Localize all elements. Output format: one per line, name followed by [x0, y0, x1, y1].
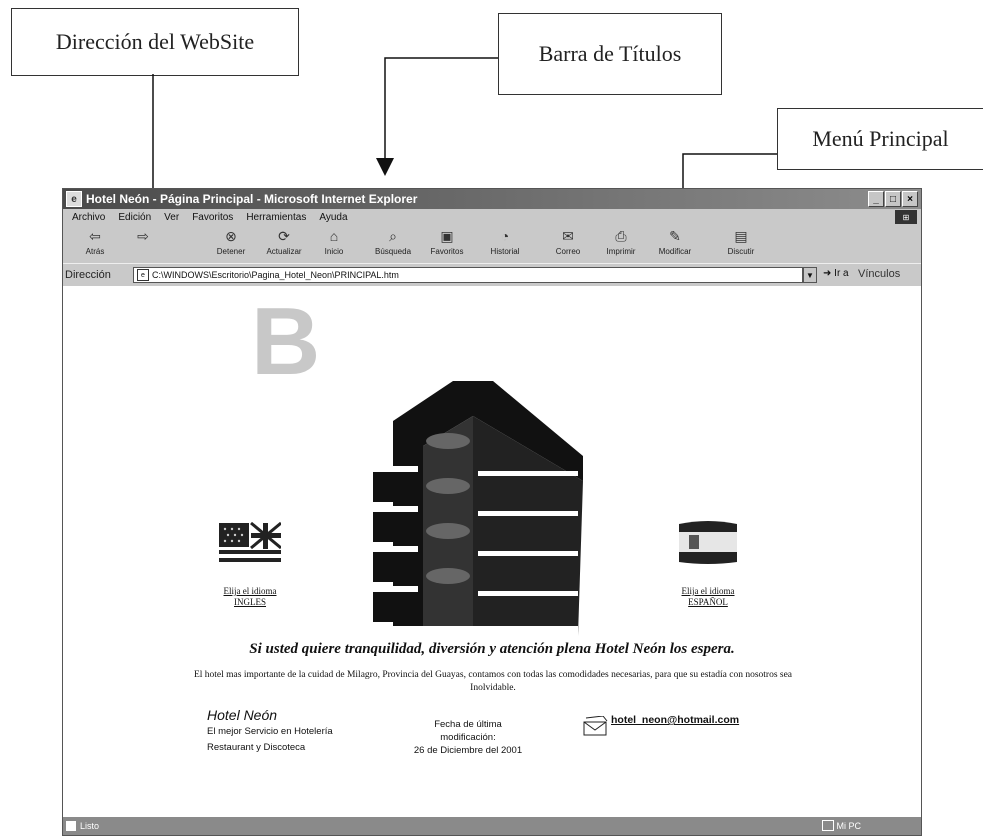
forward-button[interactable]: ⇨	[121, 227, 165, 245]
home-button[interactable]: ⌂ Inicio	[312, 227, 356, 256]
menu-help[interactable]: Ayuda	[319, 212, 347, 223]
intro-text: El hotel mas importante de la cuidad de …	[193, 670, 793, 693]
address-label: Dirección	[65, 269, 111, 281]
spain-flag-icon[interactable]	[677, 518, 739, 568]
computer-icon	[821, 820, 834, 831]
mail-button[interactable]: ✉ Correo	[546, 227, 590, 257]
toolbar: ⇦ Atrás ⇨ ⊗ Detener ⟳ Actualizar ⌂ Inici…	[63, 225, 921, 263]
spanish-language-link[interactable]: Elija el idioma ESPAÑOL	[663, 586, 753, 608]
english-caption-1: Elija el idioma	[223, 586, 277, 596]
hotel-building-image	[373, 381, 583, 636]
status-text: Listo	[80, 821, 100, 831]
menu-edit[interactable]: Edición	[118, 212, 151, 223]
back-button[interactable]: ⇦ Atrás	[73, 227, 117, 257]
mail-icon: ✉	[562, 227, 574, 244]
stop-button[interactable]: ⊗ Detener	[209, 227, 253, 257]
last-modified: Fecha de última modificación: 26 de Dici…	[383, 718, 553, 757]
menu-tools[interactable]: Herramientas	[246, 212, 306, 223]
links-button[interactable]: Vínculos	[858, 268, 900, 280]
minimize-icon[interactable]: _	[868, 191, 884, 207]
fecha-line-2: modificación:	[440, 732, 496, 743]
maximize-icon[interactable]: □	[885, 191, 901, 207]
english-language-link[interactable]: Elija el idioma INGLES	[205, 586, 295, 608]
favorites-button[interactable]: ▣ Favoritos	[425, 227, 469, 257]
hotel-tagline-2: Restaurant y Discoteca	[207, 742, 306, 753]
refresh-icon: ⟳	[278, 227, 290, 244]
go-button[interactable]: ➜ Ir a	[823, 268, 849, 279]
ie-icon: e	[66, 191, 82, 207]
edit-button[interactable]: ✎ Modificar	[653, 227, 697, 257]
envelope-icon[interactable]	[583, 716, 609, 736]
spanish-caption-2: ESPAÑOL	[688, 597, 728, 607]
email-link[interactable]: hotel_neon@hotmail.com	[611, 714, 739, 726]
window-title: Hotel Neón - Página Principal - Microsof…	[86, 192, 418, 206]
slogan: Si usted quiere tranquilidad, diversión …	[249, 641, 735, 657]
zone-label: Mi PC	[836, 820, 862, 831]
back-arrow-icon: ⇦	[89, 227, 101, 244]
stop-icon: ⊗	[225, 227, 237, 244]
discuss-icon: ▤	[734, 227, 748, 244]
hotel-name: Hotel Neón	[207, 707, 278, 723]
discuss-button[interactable]: ▤ Discutir	[719, 227, 763, 257]
history-icon: ◔	[500, 228, 510, 244]
print-button[interactable]: ⎙ Imprimir	[599, 227, 643, 257]
hotel-tagline-1: El mejor Servicio en Hotelería	[207, 726, 333, 737]
browser-window: e Hotel Neón - Página Principal - Micros…	[62, 188, 922, 836]
menu-file[interactable]: Archivo	[72, 212, 105, 223]
favorites-folder-icon: ▣	[440, 227, 454, 244]
fecha-line-1: Fecha de última	[434, 719, 502, 730]
edit-icon: ✎	[669, 227, 681, 244]
fecha-line-3: 26 de Diciembre del 2001	[413, 745, 523, 756]
uk-us-flag-icon[interactable]	[219, 518, 281, 568]
address-bar: Dirección e C:\WINDOWS\Escritorio\Pagina…	[63, 263, 921, 286]
menu-view[interactable]: Ver	[164, 212, 179, 223]
menu-favorites[interactable]: Favoritos	[192, 212, 233, 223]
close-icon[interactable]: ×	[902, 191, 918, 207]
spanish-caption-1: Elija el idioma	[681, 586, 735, 596]
security-zone: Mi PC	[821, 820, 862, 831]
refresh-button[interactable]: ⟳ Actualizar	[262, 227, 306, 257]
page-content: B Elija el idioma INGLES Elija el idioma…	[63, 286, 921, 816]
decorative-letter: B	[251, 288, 321, 395]
address-value: C:\WINDOWS\Escritorio\Pagina_Hotel_Neon\…	[152, 270, 399, 280]
printer-icon: ⎙	[615, 227, 627, 244]
history-button[interactable]: ◔ Historial	[483, 227, 527, 256]
english-caption-2: INGLES	[234, 597, 266, 607]
address-dropdown-icon[interactable]: ▼	[803, 267, 817, 283]
page-icon: e	[137, 269, 149, 281]
page-status-icon	[66, 821, 76, 831]
search-button[interactable]: ⌕ Búsqueda	[371, 227, 415, 257]
go-label: Ir a	[834, 268, 849, 279]
status-bar: Listo Mi PC	[63, 817, 921, 835]
forward-arrow-icon: ⇨	[137, 227, 149, 244]
search-icon: ⌕	[389, 227, 397, 244]
home-icon: ⌂	[329, 228, 339, 244]
address-input[interactable]: e C:\WINDOWS\Escritorio\Pagina_Hotel_Neo…	[133, 267, 803, 283]
windows-logo-icon: ⊞	[895, 210, 917, 224]
title-bar: e Hotel Neón - Página Principal - Micros…	[63, 189, 921, 209]
menu-bar: Archivo Edición Ver Favoritos Herramient…	[63, 209, 921, 225]
